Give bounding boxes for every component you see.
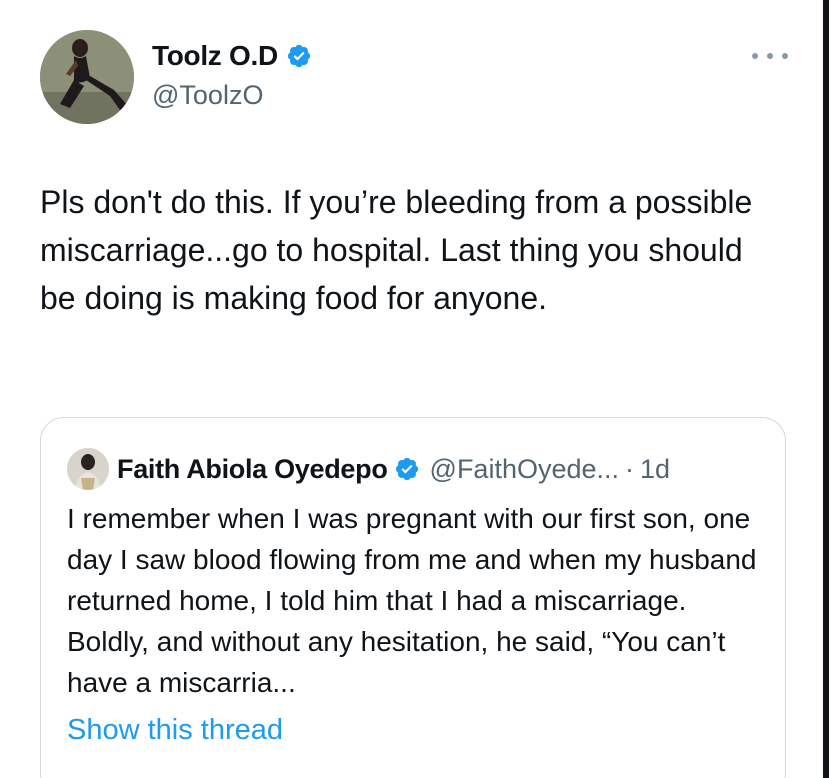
quoted-author-name[interactable]: Faith Abiola Oyedepo (117, 454, 388, 485)
quoted-tweet-time[interactable]: 1d (640, 454, 670, 485)
quoted-tweet[interactable]: Faith Abiola Oyedepo @FaithOyede... · 1d… (40, 417, 786, 778)
author-name[interactable]: Toolz O.D (152, 40, 278, 72)
author-handle[interactable]: @ToolzO (152, 80, 263, 111)
show-thread-link[interactable]: Show this thread (67, 714, 283, 747)
quoted-tweet-text: I remember when I was pregnant with our … (67, 503, 757, 698)
quoted-author-avatar[interactable] (67, 448, 109, 490)
more-horizontal-icon (782, 53, 788, 59)
verified-badge-icon (394, 456, 420, 482)
tweet-card: Toolz O.D @ToolzO Pls don't do this. If … (0, 0, 829, 778)
screen-edge (823, 0, 829, 778)
more-horizontal-icon (767, 53, 773, 59)
verified-badge-icon (286, 43, 312, 69)
quoted-author-handle[interactable]: @FaithOyede... (430, 454, 620, 485)
author-avatar[interactable] (40, 30, 134, 124)
more-horizontal-icon (752, 53, 758, 59)
separator-dot: · (625, 453, 635, 484)
quoted-tweet-header: Faith Abiola Oyedepo @FaithOyede... · 1d (67, 448, 670, 490)
author-name-row: Toolz O.D (152, 40, 312, 72)
more-options-button[interactable] (752, 46, 788, 66)
tweet-text: Pls don't do this. If you’re bleeding fr… (40, 184, 762, 316)
